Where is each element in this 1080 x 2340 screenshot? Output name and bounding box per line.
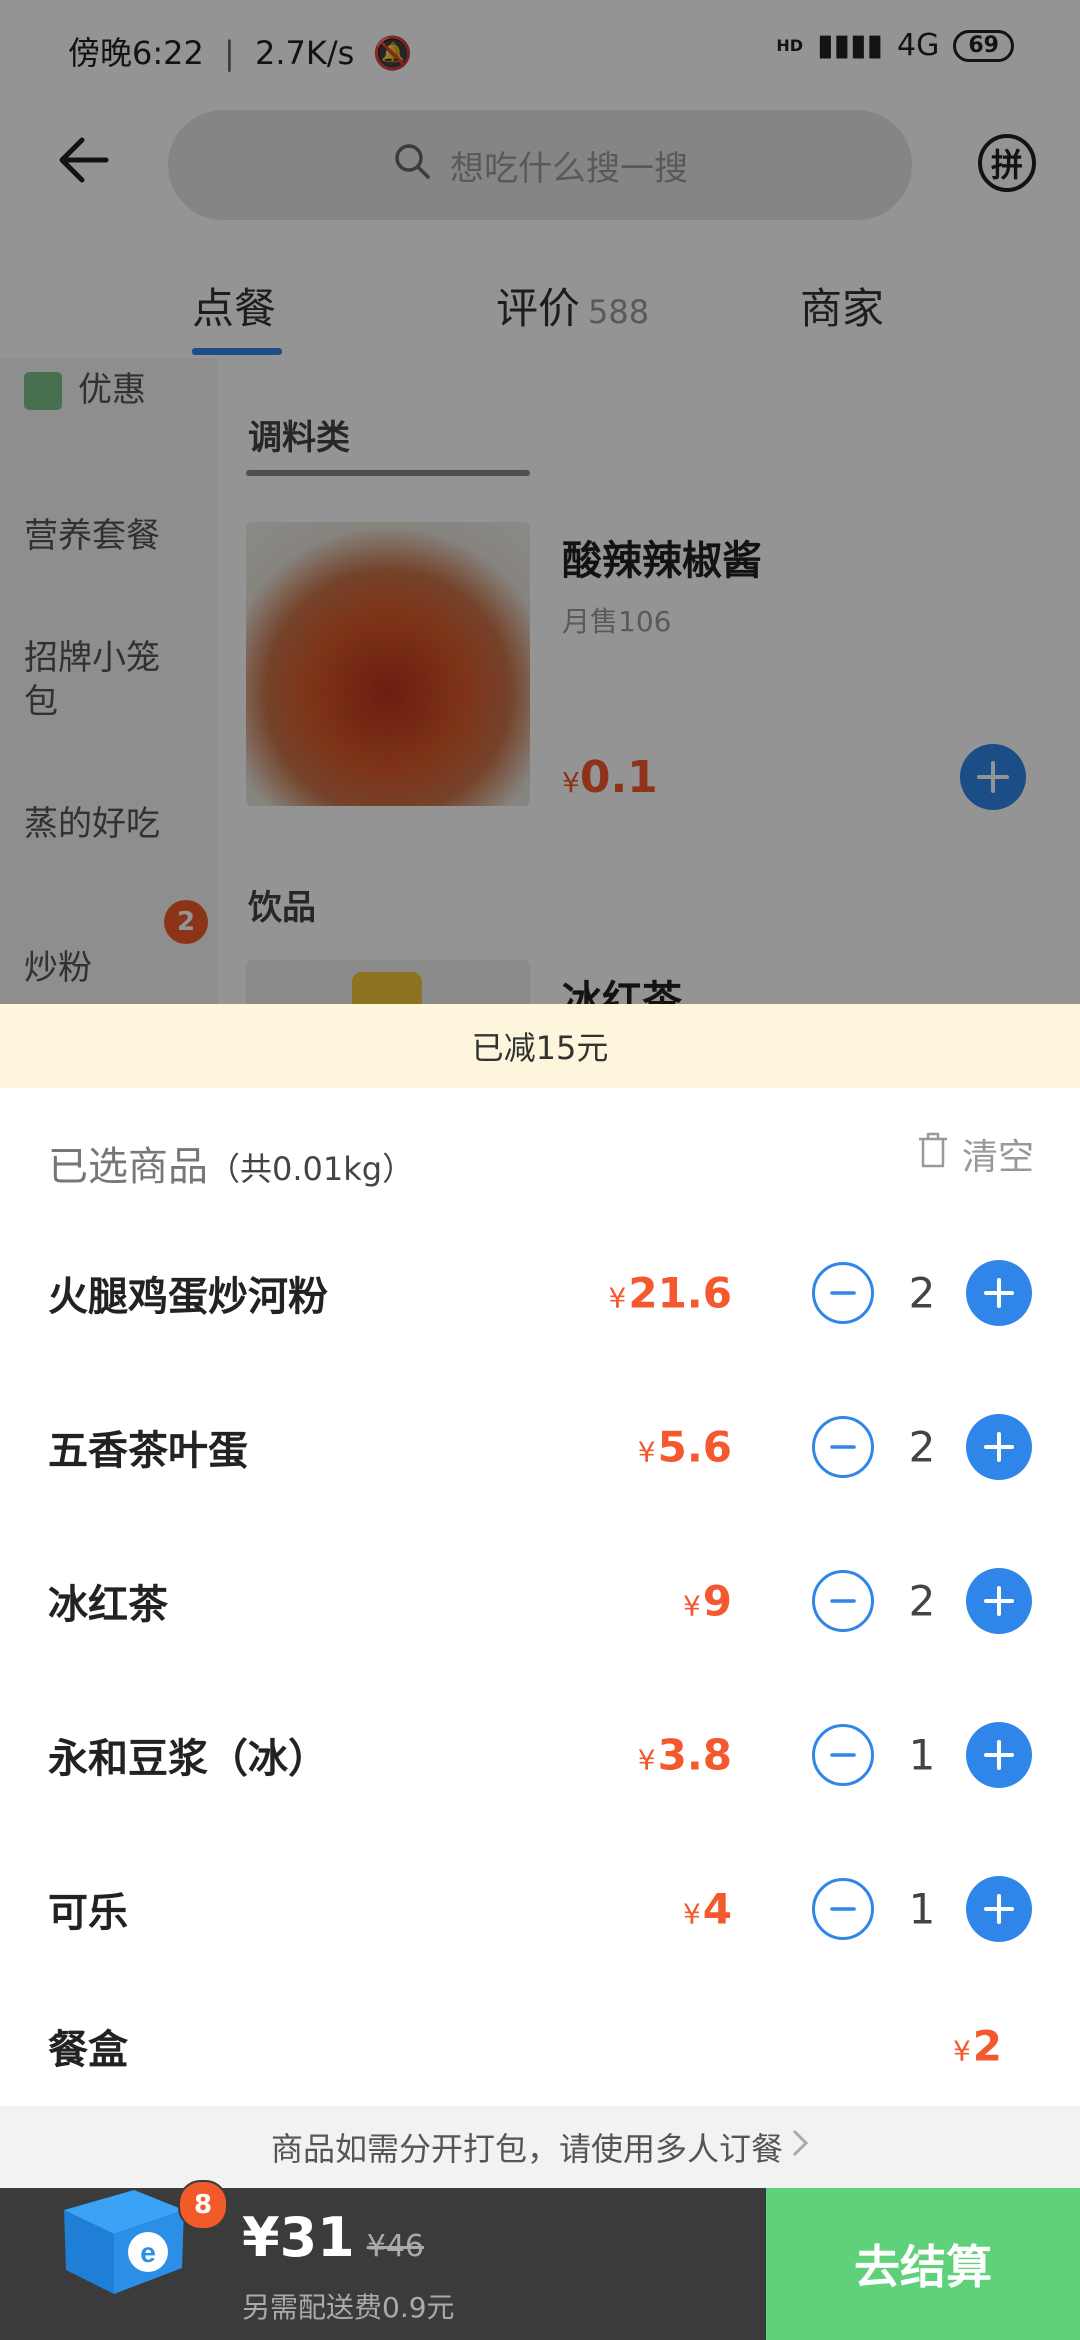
trash-icon xyxy=(916,1131,950,1178)
chevron-right-icon xyxy=(791,2128,809,2166)
cart-item-price: ¥5.6 xyxy=(637,1422,732,1472)
cart-item-row: 冰红茶 ¥9 2 xyxy=(0,1524,1080,1678)
cart-item-row: 火腿鸡蛋炒河粉 ¥21.6 2 xyxy=(0,1216,1080,1370)
box-fee-name: 餐盒 xyxy=(48,2027,128,2073)
clear-cart-button[interactable]: 清空 xyxy=(916,1128,1034,1180)
cart-item-row: 永和豆浆（冰） ¥3.8 1 xyxy=(0,1678,1080,1832)
cart-count-badge: 8 xyxy=(178,2180,228,2230)
increase-button[interactable] xyxy=(966,1876,1032,1942)
increase-button[interactable] xyxy=(966,1260,1032,1326)
quantity-value: 1 xyxy=(908,1730,936,1780)
decrease-button[interactable] xyxy=(812,1262,874,1324)
quantity-value: 1 xyxy=(908,1884,936,1934)
cart-item-name: 火腿鸡蛋炒河粉 xyxy=(48,1274,328,1320)
increase-button[interactable] xyxy=(966,1568,1032,1634)
cart-weight: （共0.01kg） xyxy=(208,1150,415,1188)
quantity-value: 2 xyxy=(908,1422,936,1472)
cart-item-price: ¥4 xyxy=(682,1884,732,1934)
cart-box-row: 餐盒 ¥2 xyxy=(0,1986,1080,2106)
cart-icon[interactable]: e xyxy=(54,2170,194,2300)
quantity-value: 2 xyxy=(908,1576,936,1626)
cart-item-price: ¥3.8 xyxy=(637,1730,732,1780)
quantity-value: 2 xyxy=(908,1268,936,1318)
delivery-fee: 另需配送费0.9元 xyxy=(242,2291,455,2324)
increase-button[interactable] xyxy=(966,1414,1032,1480)
cart-item-row: 可乐 ¥4 1 xyxy=(0,1832,1080,1986)
discount-bar: 已减15元 xyxy=(0,1004,1080,1088)
cart-item-name: 永和豆浆（冰） xyxy=(48,1736,328,1782)
cart-item-price: ¥9 xyxy=(682,1576,732,1626)
original-price: ¥46 xyxy=(366,2229,424,2264)
decrease-button[interactable] xyxy=(812,1416,874,1478)
svg-text:e: e xyxy=(140,2237,156,2268)
box-fee-price: ¥2 xyxy=(952,2021,1002,2071)
increase-button[interactable] xyxy=(966,1722,1032,1788)
cart-title: 已选商品（共0.01kg） xyxy=(48,1144,415,1190)
cart-item-name: 可乐 xyxy=(48,1890,128,1936)
decrease-button[interactable] xyxy=(812,1570,874,1632)
cart-item-price: ¥21.6 xyxy=(608,1268,732,1318)
decrease-button[interactable] xyxy=(812,1724,874,1786)
dim-overlay[interactable] xyxy=(0,0,1080,1004)
cart-total: ¥31 ¥46 xyxy=(242,2206,424,2269)
cart-item-name: 五香茶叶蛋 xyxy=(48,1428,248,1474)
decrease-button[interactable] xyxy=(812,1878,874,1940)
cart-item-row: 五香茶叶蛋 ¥5.6 2 xyxy=(0,1370,1080,1524)
cart-item-name: 冰红茶 xyxy=(48,1582,168,1628)
checkout-button[interactable]: 去结算 xyxy=(766,2188,1080,2340)
